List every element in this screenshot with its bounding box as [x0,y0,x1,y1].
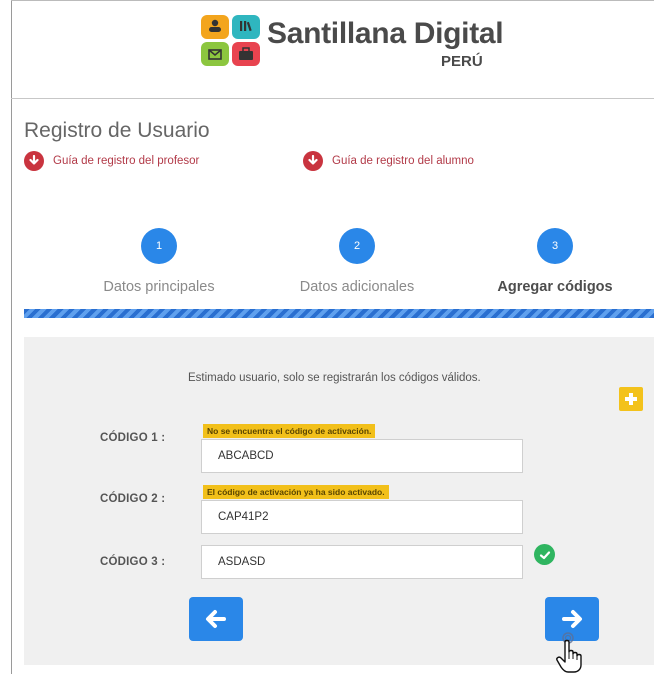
brand-title: Santillana Digital [267,17,504,50]
arrow-right-icon [562,610,582,628]
santillana-logo [201,15,260,66]
step-datos-adicionales: 2 Datos adicionales [272,228,442,295]
code-3-label: CÓDIGO 3 : [100,556,166,568]
brand-subtitle: PERÚ [441,53,483,70]
code-1-label: CÓDIGO 1 : [100,432,166,444]
frame-top-border [11,0,654,1]
plus-icon [625,393,637,405]
hand-pointer-icon [556,632,582,673]
arrow-left-icon [206,610,226,628]
notice-text: Estimado usuario, solo se registrarán lo… [188,372,481,384]
download-icon [24,151,44,171]
code-1-warning: No se encuentra el código de activación. [203,424,376,438]
step-label: Datos principales [103,279,215,295]
header-divider [11,98,654,99]
code-2-warning: El código de activación ya ha sido activ… [203,485,389,499]
code-1-input[interactable] [201,439,523,473]
code-3-input[interactable] [201,545,523,579]
code-2-input[interactable] [201,500,523,534]
guide-link-label: Guía de registro del alumno [332,155,474,167]
check-circle-icon [534,544,555,565]
step-datos-principales: 1 Datos principales [74,228,244,295]
step-number: 1 [141,228,177,264]
step-progress-bar [24,309,654,318]
step-number: 3 [537,228,573,264]
add-code-button[interactable] [619,387,643,411]
step-label: Datos adicionales [299,279,415,295]
step-label: Agregar códigos [497,279,613,295]
back-button[interactable] [189,597,243,641]
code-2-label: CÓDIGO 2 : [100,493,166,505]
guide-link-label: Guía de registro del profesor [53,155,200,167]
guide-link-teacher[interactable]: Guía de registro del profesor [24,151,199,171]
download-icon [303,151,323,171]
guide-link-student[interactable]: Guía de registro del alumno [303,151,474,171]
step-agregar-codigos: 3 Agregar códigos [470,228,640,295]
page-title: Registro de Usuario [24,119,210,142]
step-number: 2 [339,228,375,264]
